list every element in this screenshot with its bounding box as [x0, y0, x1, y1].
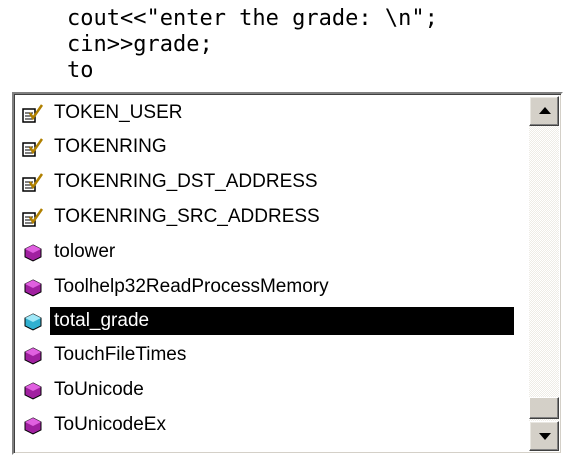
list-item[interactable]: Toolhelp32ReadProcessMemory: [16, 270, 533, 304]
scroll-down-button[interactable]: [529, 421, 559, 451]
list-item[interactable]: ToUnicode: [16, 373, 533, 407]
list-item-label: TOKEN_USER: [54, 102, 183, 123]
autocomplete-list[interactable]: TOKEN_USER TOKENRING TOKENRING_DST_ADDRE…: [16, 96, 533, 451]
struct-icon: [22, 173, 44, 193]
arrow-down-icon: [539, 433, 551, 440]
list-item[interactable]: ToUnicodeEx: [16, 408, 533, 442]
vertical-scrollbar[interactable]: [529, 96, 559, 451]
function-icon: [22, 416, 44, 436]
code-line-1[interactable]: cout<<"enter the grade: \n";: [67, 6, 438, 32]
list-item[interactable]: TOKENRING_SRC_ADDRESS: [16, 200, 533, 234]
scrollbar-thumb[interactable]: [529, 397, 559, 419]
function-icon: [22, 278, 44, 298]
function-icon: [22, 381, 44, 401]
struct-icon: [22, 208, 44, 228]
code-editor[interactable]: cout<<"enter the grade: \n"; cin>>grade;…: [0, 0, 569, 92]
function-icon: [22, 346, 44, 366]
struct-icon: [22, 138, 44, 158]
struct-icon: [22, 104, 44, 124]
list-item-label: TOKENRING_DST_ADDRESS: [54, 171, 318, 192]
scroll-up-button[interactable]: [529, 96, 559, 126]
list-item-label: TOKENRING: [54, 136, 167, 157]
list-item-label: ToUnicodeEx: [54, 414, 166, 435]
variable-icon: [22, 312, 44, 332]
list-item[interactable]: TOKENRING: [16, 130, 533, 164]
list-item-label: Toolhelp32ReadProcessMemory: [54, 276, 329, 297]
list-item[interactable]: TouchFileTimes: [16, 338, 533, 372]
code-line-2[interactable]: cin>>grade;: [67, 32, 213, 58]
list-item-label: ToUnicode: [54, 379, 144, 400]
list-item-label: total_grade: [50, 307, 514, 335]
function-icon: [22, 243, 44, 263]
autocomplete-popup: TOKEN_USER TOKENRING TOKENRING_DST_ADDRE…: [12, 92, 563, 455]
arrow-up-icon: [539, 107, 551, 114]
list-item-selected[interactable]: total_grade: [16, 304, 533, 338]
list-item-label: TouchFileTimes: [54, 344, 187, 365]
list-item[interactable]: TOKENRING_DST_ADDRESS: [16, 165, 533, 199]
list-item[interactable]: tolower: [16, 235, 533, 269]
list-item-label: TOKENRING_SRC_ADDRESS: [54, 206, 320, 227]
list-item-label: tolower: [54, 241, 116, 262]
code-line-3[interactable]: to: [67, 58, 94, 84]
list-item[interactable]: TOKEN_USER: [16, 96, 533, 130]
